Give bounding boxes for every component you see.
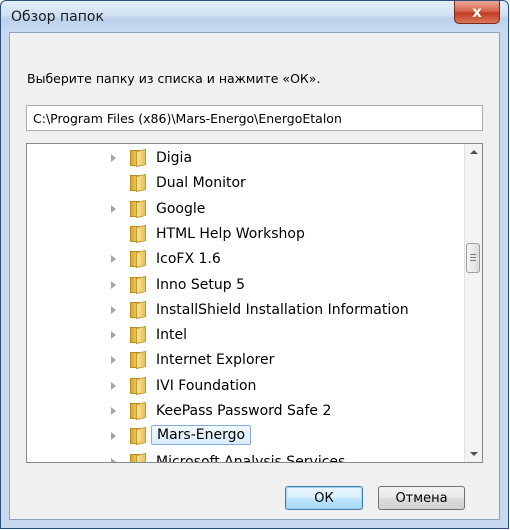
expand-arrow-icon[interactable]: [111, 305, 116, 314]
folder-tree-item-label: Intel: [156, 327, 187, 344]
expand-arrow-icon[interactable]: [111, 381, 116, 390]
folder-icon: [130, 401, 146, 421]
ok-button[interactable]: ОК: [285, 486, 363, 510]
folder-icon: [130, 376, 146, 395]
folder-tree-item[interactable]: InstallShield Installation Information: [27, 298, 457, 323]
window-title: Обзор папок: [11, 9, 104, 25]
folder-tree-item-label: HTML Help Workshop: [156, 225, 305, 242]
title-bar[interactable]: Обзор папок x: [1, 1, 508, 33]
folder-tree-item[interactable]: IcoFX 1.6: [27, 247, 457, 272]
expand-arrow-icon[interactable]: [111, 432, 116, 441]
expand-arrow-icon[interactable]: [111, 457, 116, 462]
grip-line: [470, 254, 476, 255]
selected-path-field[interactable]: C:\Program Files (x86)\Mars-Energo\Energ…: [26, 105, 483, 131]
folder-tree-item-label: Dual Monitor: [156, 175, 246, 192]
expand-arrow-icon[interactable]: [111, 356, 116, 365]
folder-tree-item-label: Digia: [156, 150, 193, 166]
grip-line: [470, 260, 476, 261]
folder-icon: [130, 174, 146, 193]
folder-tree[interactable]: Digia Dual Monitor Google HTML Help Worksho…: [26, 143, 483, 463]
expand-arrow-icon[interactable]: [111, 204, 116, 213]
folder-tree-item-label: Mars-Energo: [151, 425, 252, 446]
folder-tree-item-label: Internet Explorer: [156, 352, 275, 369]
scroll-down-arrow-icon[interactable]: [465, 445, 482, 462]
folder-icon: [130, 148, 146, 168]
cancel-button[interactable]: Отмена: [378, 486, 465, 510]
expand-arrow-icon[interactable]: [111, 154, 116, 162]
folder-tree-item[interactable]: HTML Help Workshop: [27, 222, 457, 247]
folder-tree-item-label: IVI Foundation: [156, 377, 257, 394]
folder-icon: [130, 300, 146, 319]
folder-tree-item[interactable]: Microsoft Analysis Services: [27, 450, 457, 463]
folder-icon: [130, 351, 146, 370]
expand-arrow-icon[interactable]: [111, 407, 116, 415]
close-button[interactable]: x: [454, 1, 500, 24]
folder-icon: [130, 224, 146, 243]
close-icon: x: [472, 3, 482, 21]
instruction-text: Выберите папку из списка и нажмите «ОК».: [27, 71, 321, 86]
folder-tree-item[interactable]: Intel: [27, 323, 457, 348]
folder-icon: [130, 326, 146, 345]
expand-arrow-icon[interactable]: [111, 280, 116, 289]
folder-tree-item-label: Microsoft Analysis Services: [156, 453, 346, 463]
folder-tree-item-label: InstallShield Installation Information: [156, 301, 409, 318]
folder-tree-item-label: Google: [156, 200, 206, 217]
scroll-up-arrow-icon[interactable]: [465, 144, 482, 161]
expand-arrow-icon[interactable]: [111, 331, 116, 340]
folder-tree-item-label: IcoFX 1.6: [156, 251, 221, 268]
grip-line: [470, 257, 476, 258]
folder-tree-item[interactable]: Mars-Energo: [27, 424, 457, 449]
folder-tree-item-label: KeePass Password Safe 2: [156, 403, 332, 419]
expand-arrow-icon[interactable]: [111, 255, 116, 264]
folder-tree-item[interactable]: IVI Foundation: [27, 374, 457, 399]
folder-icon: [130, 452, 146, 462]
folder-tree-item[interactable]: Digia: [27, 146, 457, 171]
vertical-scrollbar[interactable]: [464, 144, 482, 462]
scroll-thumb[interactable]: [466, 243, 480, 273]
folder-icon: [130, 275, 146, 294]
folder-tree-item[interactable]: Inno Setup 5: [27, 273, 457, 298]
folder-icon: [130, 250, 146, 269]
folder-tree-item-label: Inno Setup 5: [156, 276, 245, 293]
folder-icon: [130, 199, 146, 218]
folder-tree-item[interactable]: Google: [27, 197, 457, 222]
folder-tree-item[interactable]: Internet Explorer: [27, 348, 457, 373]
folder-tree-item[interactable]: Dual Monitor: [27, 171, 457, 196]
folder-icon: [130, 427, 146, 446]
folder-tree-item[interactable]: KeePass Password Safe 2: [27, 399, 457, 424]
